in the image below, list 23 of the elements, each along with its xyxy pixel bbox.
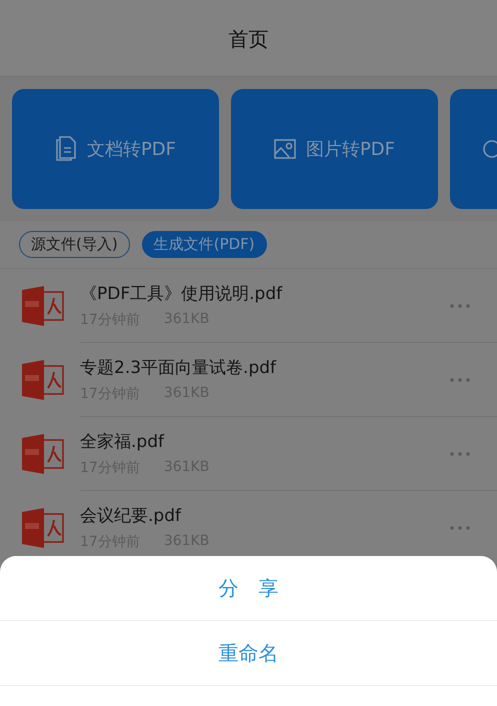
filter-tab[interactable]: 源文件(导入) [19, 231, 130, 258]
pdf-file-icon [21, 506, 65, 550]
document-icon [54, 136, 77, 162]
more-icon[interactable] [450, 378, 470, 382]
page-title: 首页 [228, 26, 268, 52]
file-name: 专题2.3平面向量试卷.pdf [80, 357, 278, 379]
sheet-option[interactable]: 重命名 [218, 640, 278, 666]
file-name: 会议纪要.pdf [80, 505, 182, 527]
image-icon [274, 139, 296, 159]
tool-card[interactable]: 图片转PDF [231, 89, 438, 209]
pdf-file-icon [21, 284, 65, 328]
tool-label: 图片转PDF [306, 138, 396, 161]
filter-tab[interactable]: 生成文件(PDF) [142, 231, 267, 258]
pdf-file-icon [21, 358, 65, 402]
more-icon[interactable] [450, 526, 470, 530]
more-icon[interactable] [450, 304, 470, 308]
tool-card[interactable]: 文档转PDF [12, 89, 219, 209]
file-name: 全家福.pdf [80, 431, 166, 453]
file-name: 《PDF工具》使用说明.pdf [80, 283, 284, 305]
more-icon[interactable] [450, 452, 470, 456]
sheet-option[interactable]: 分 享 [218, 574, 278, 602]
tool-label: 文档转PDF [86, 138, 176, 161]
pdf-file-icon [21, 432, 65, 476]
